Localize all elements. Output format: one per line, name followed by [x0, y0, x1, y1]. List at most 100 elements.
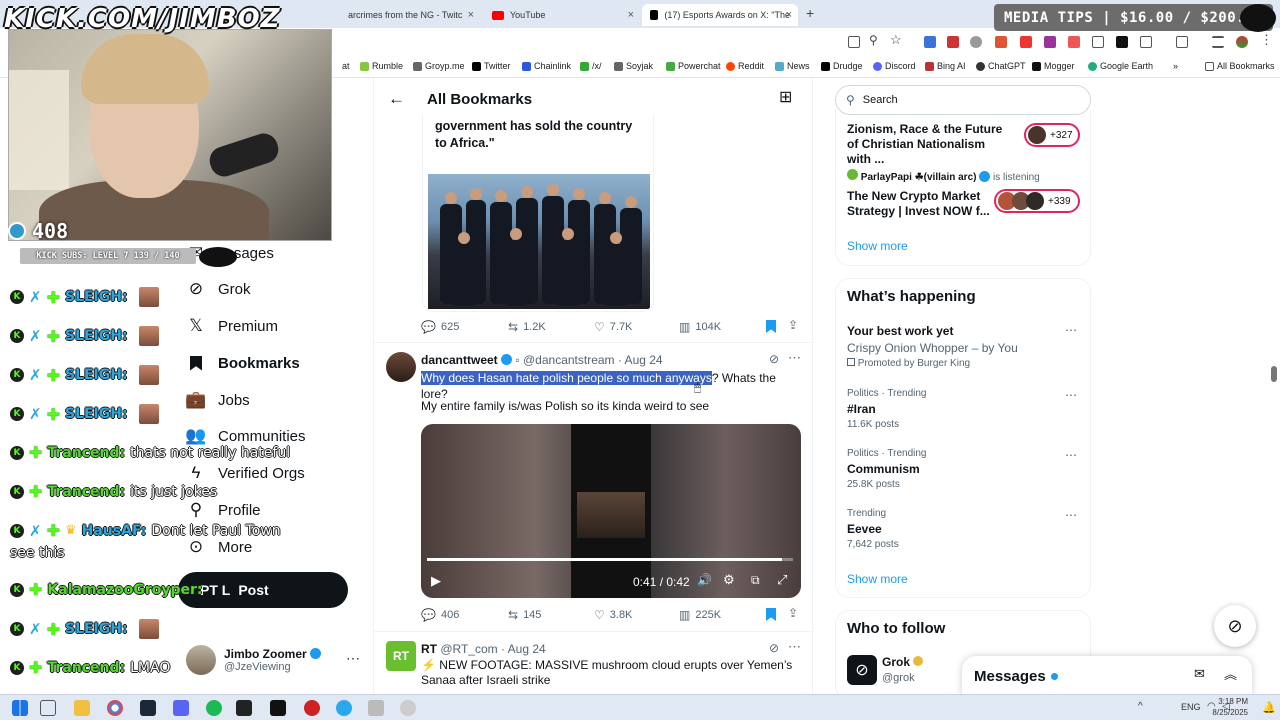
- sidebar-icon[interactable]: [1176, 36, 1188, 48]
- like-button[interactable]: ♡ 3.8K: [594, 608, 632, 622]
- handle[interactable]: @RT_com: [440, 642, 497, 656]
- nav-verified-orgs[interactable]: ϟ Verified Orgs: [186, 463, 305, 483]
- bookmark[interactable]: News: [775, 61, 810, 71]
- display-name[interactable]: dancanttweet: [421, 353, 498, 367]
- more-bookmarks-icon[interactable]: »: [1173, 61, 1178, 71]
- more-dots-icon[interactable]: ⋯: [788, 350, 801, 366]
- more-dots-icon[interactable]: ⋯: [788, 639, 801, 655]
- follow-name[interactable]: Grok: [882, 655, 924, 669]
- telegram-icon[interactable]: [336, 700, 352, 716]
- nav-premium[interactable]: 𝕏 Premium: [186, 316, 278, 336]
- show-more-link[interactable]: Show more: [847, 239, 908, 253]
- share-icon[interactable]: ⇪: [788, 606, 798, 620]
- bookmark[interactable]: Rumble: [360, 61, 403, 71]
- bookmark[interactable]: Twitter: [472, 61, 511, 71]
- expand-icon[interactable]: ︽: [1224, 664, 1237, 683]
- close-icon[interactable]: ×: [786, 9, 792, 21]
- grok-floating-button[interactable]: ⊘: [1214, 605, 1256, 647]
- browser-tab[interactable]: arcrimes from the NG - Twitc ×: [340, 4, 480, 26]
- add-bookmark-folder-icon[interactable]: ⊞: [779, 87, 792, 107]
- app-icon[interactable]: [270, 700, 286, 716]
- fullscreen-icon[interactable]: ⤢: [777, 572, 787, 588]
- bookmarked-icon[interactable]: [766, 608, 776, 621]
- extension-icon[interactable]: [1068, 36, 1080, 48]
- app-icon[interactable]: [304, 700, 320, 716]
- handle[interactable]: @dancantstream: [523, 353, 615, 367]
- promoted-trend[interactable]: Your best work yet Crispy Onion Whopper …: [847, 324, 1018, 369]
- like-button[interactable]: ♡ 7.7K: [594, 320, 632, 334]
- settings-icon[interactable]: ⚙: [723, 572, 735, 588]
- tray-chevron-icon[interactable]: ^: [1138, 701, 1143, 712]
- language-indicator[interactable]: ENG: [1181, 702, 1201, 712]
- host-name[interactable]: ParlayPapi ☘(villain arc): [861, 172, 977, 183]
- bookmark[interactable]: /x/: [580, 61, 602, 71]
- views-button[interactable]: ▥ 104K: [679, 320, 721, 334]
- reply-button[interactable]: 💬 406: [421, 608, 459, 622]
- bookmark[interactable]: Bing AI: [925, 61, 966, 71]
- quoted-tweet-card[interactable]: government has sold the country to Afric…: [422, 114, 654, 312]
- new-message-icon[interactable]: ✉: [1194, 666, 1205, 682]
- task-view-icon[interactable]: [40, 700, 56, 716]
- all-bookmarks[interactable]: All Bookmarks: [1205, 61, 1275, 71]
- extension-icon[interactable]: [924, 36, 936, 48]
- close-icon[interactable]: ×: [468, 9, 474, 21]
- app-icon[interactable]: [400, 700, 416, 716]
- extension-icon[interactable]: [1092, 36, 1104, 48]
- nav-more[interactable]: ⊙ More: [186, 537, 252, 557]
- puzzle-icon[interactable]: [1140, 36, 1152, 48]
- notification-bell-icon[interactable]: 🔔: [1262, 701, 1276, 714]
- star-icon[interactable]: ☆: [890, 32, 902, 48]
- bookmark[interactable]: Reddit: [726, 61, 764, 71]
- zoom-icon[interactable]: ⚲: [869, 33, 878, 47]
- video-progress-track[interactable]: [427, 558, 793, 561]
- back-arrow-icon[interactable]: ←: [388, 89, 405, 109]
- bookmark[interactable]: Powerchat: [666, 61, 721, 71]
- rt-avatar[interactable]: RT: [386, 641, 416, 671]
- extension-icon[interactable]: [947, 36, 959, 48]
- bookmark[interactable]: Soyjak: [614, 61, 653, 71]
- volume-icon[interactable]: 🔊: [697, 573, 712, 587]
- steam-icon[interactable]: [140, 700, 156, 716]
- close-icon[interactable]: ×: [628, 9, 634, 21]
- show-more-link[interactable]: Show more: [847, 572, 908, 586]
- bookmark[interactable]: Chainlink: [522, 61, 571, 71]
- extension-icon[interactable]: [995, 36, 1007, 48]
- bookmark[interactable]: Groyp.me: [413, 61, 465, 71]
- repost-button[interactable]: ⇆ 145: [508, 608, 541, 622]
- nav-bookmarks[interactable]: Bookmarks: [186, 353, 300, 373]
- bookmark[interactable]: Drudge: [821, 61, 863, 71]
- file-explorer-icon[interactable]: [74, 700, 90, 716]
- grok-icon[interactable]: ⊘: [769, 641, 779, 655]
- extension-icon[interactable]: [1116, 36, 1128, 48]
- bookmark[interactable]: Google Earth: [1088, 61, 1153, 71]
- install-icon[interactable]: [848, 36, 860, 48]
- start-icon[interactable]: [12, 700, 28, 716]
- share-icon[interactable]: ⇪: [788, 318, 798, 332]
- more-dots-icon[interactable]: ⋯: [1065, 448, 1078, 462]
- nav-profile[interactable]: ⚲ Profile: [186, 500, 261, 520]
- trend-item[interactable]: Politics · Trending Communism 25.8K post…: [847, 448, 926, 490]
- reading-list-icon[interactable]: [1212, 36, 1224, 48]
- profile-icon[interactable]: [1236, 36, 1248, 48]
- chrome-icon[interactable]: [107, 700, 123, 716]
- grok-icon[interactable]: ⊘: [769, 352, 779, 366]
- clock[interactable]: 3:18 PM 8/25/2025: [1200, 696, 1248, 718]
- more-dots-icon[interactable]: ⋯: [1065, 508, 1078, 522]
- account-switcher[interactable]: Jimbo Zoomer @JzeViewing: [186, 645, 322, 675]
- extension-icon[interactable]: [970, 36, 982, 48]
- display-name[interactable]: RT: [421, 642, 437, 656]
- browser-tab-active[interactable]: (17) Esports Awards on X: "The ×: [642, 4, 798, 26]
- post-button[interactable]: PT L Post: [178, 572, 348, 608]
- space-title[interactable]: Zionism, Race & the Future of Christian …: [847, 122, 1012, 167]
- reply-button[interactable]: 💬 625: [421, 320, 459, 334]
- bookmark[interactable]: Discord: [873, 61, 916, 71]
- bookmark[interactable]: Mogger: [1032, 61, 1075, 71]
- more-dots-icon[interactable]: ⋯: [346, 650, 360, 667]
- space-listeners[interactable]: +339: [994, 189, 1080, 213]
- pip-icon[interactable]: ⧉: [751, 573, 760, 588]
- trend-item[interactable]: Trending Eevee 7,642 posts: [847, 508, 899, 550]
- play-icon[interactable]: ▶: [431, 573, 441, 589]
- more-dots-icon[interactable]: ⋯: [1065, 388, 1078, 402]
- app-icon[interactable]: [368, 700, 384, 716]
- tweet-date[interactable]: · Aug 24: [501, 642, 546, 656]
